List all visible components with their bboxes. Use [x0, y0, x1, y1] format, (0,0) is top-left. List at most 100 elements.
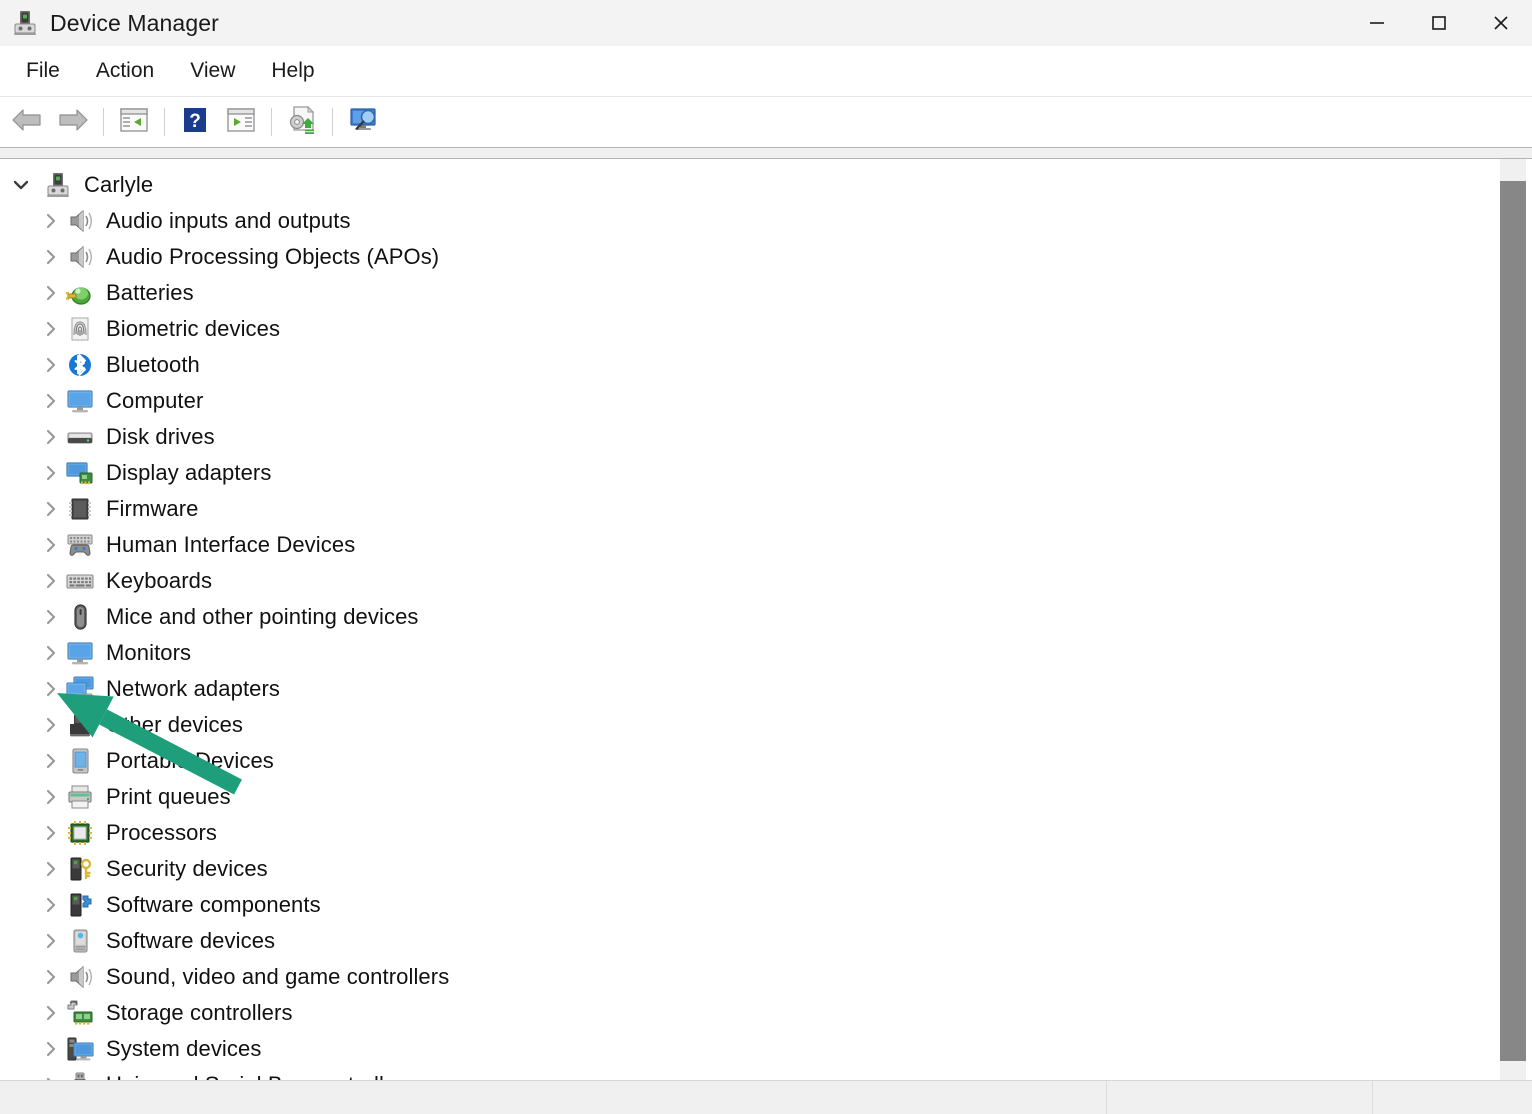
tree-item-other-devices[interactable]: Other devices	[0, 707, 1494, 743]
show-hide-console-tree-icon	[119, 107, 149, 138]
display-adapter-icon	[64, 457, 96, 489]
vertical-scrollbar[interactable]	[1494, 159, 1532, 1080]
toolbar-separator	[271, 108, 272, 136]
scan-for-hardware-changes-button[interactable]	[340, 101, 386, 143]
chevron-right-icon[interactable]	[38, 535, 64, 555]
chevron-right-icon[interactable]	[38, 319, 64, 339]
tree-item-biometric-devices[interactable]: Biometric devices	[0, 311, 1494, 347]
menu-file[interactable]: File	[10, 55, 76, 87]
tree-item-audio-processing-objects-apos[interactable]: Audio Processing Objects (APOs)	[0, 239, 1494, 275]
chevron-right-icon[interactable]	[38, 247, 64, 267]
menu-view[interactable]: View	[174, 55, 251, 87]
tree-item-batteries[interactable]: Batteries	[0, 275, 1494, 311]
tree-item-firmware[interactable]: Firmware	[0, 491, 1494, 527]
tree-item-disk-drives[interactable]: Disk drives	[0, 419, 1494, 455]
bluetooth-icon	[64, 349, 96, 381]
chevron-right-icon[interactable]	[38, 643, 64, 663]
show-hide-console-tree-button[interactable]	[111, 101, 157, 143]
chevron-right-icon[interactable]	[38, 211, 64, 231]
help-button[interactable]: ?	[172, 101, 218, 143]
printer-icon	[64, 781, 96, 813]
svg-text:?: ?	[189, 111, 201, 132]
device-tree[interactable]: Carlyle Audio inputs and outputs Audio Pr…	[0, 159, 1494, 1080]
back-button[interactable]	[4, 101, 50, 143]
tree-item-computer[interactable]: Computer	[0, 383, 1494, 419]
chevron-right-icon[interactable]	[38, 931, 64, 951]
update-driver-button[interactable]	[279, 101, 325, 143]
chevron-right-icon[interactable]	[38, 463, 64, 483]
chevron-right-icon[interactable]	[38, 1039, 64, 1059]
show-hide-action-pane-button[interactable]	[218, 101, 264, 143]
chevron-down-icon[interactable]	[0, 174, 42, 196]
tree-item-network-adapters[interactable]: Network adapters	[0, 671, 1494, 707]
chevron-right-icon[interactable]	[38, 751, 64, 771]
tree-item-label: Keyboards	[106, 568, 213, 593]
minimize-button[interactable]	[1346, 0, 1408, 46]
maximize-button[interactable]	[1408, 0, 1470, 46]
menu-action[interactable]: Action	[80, 55, 170, 87]
tree-item-universal-serial-bus-controllers[interactable]: Universal Serial Bus controllers	[0, 1067, 1494, 1080]
chevron-right-icon[interactable]	[38, 607, 64, 627]
status-segment-2	[1106, 1081, 1372, 1114]
tree-item-label: Display adapters	[106, 460, 272, 485]
tree-item-bluetooth[interactable]: Bluetooth	[0, 347, 1494, 383]
tree-item-print-queues[interactable]: Print queues	[0, 779, 1494, 815]
tree-item-system-devices[interactable]: System devices	[0, 1031, 1494, 1067]
chevron-right-icon[interactable]	[38, 859, 64, 879]
toolbar-separator	[103, 108, 104, 136]
scrollbar-thumb[interactable]	[1500, 181, 1526, 1061]
window-title: Device Manager	[50, 9, 219, 36]
chevron-right-icon[interactable]	[38, 571, 64, 591]
tree-item-human-interface-devices[interactable]: Human Interface Devices	[0, 527, 1494, 563]
tree-item-keyboards[interactable]: Keyboards	[0, 563, 1494, 599]
chevron-right-icon[interactable]	[38, 391, 64, 411]
chevron-right-icon[interactable]	[38, 355, 64, 375]
keyboard-icon	[64, 565, 96, 597]
tree-item-portable-devices[interactable]: Portable Devices	[0, 743, 1494, 779]
other-device-icon	[64, 709, 96, 741]
menu-help[interactable]: Help	[255, 55, 330, 87]
chevron-right-icon[interactable]	[38, 823, 64, 843]
title-bar: Device Manager	[0, 0, 1532, 46]
chevron-right-icon[interactable]	[38, 679, 64, 699]
chevron-right-icon[interactable]	[38, 895, 64, 915]
tree-item-label: Computer	[106, 388, 204, 413]
software-component-icon	[64, 889, 96, 921]
forward-button[interactable]	[50, 101, 96, 143]
system-device-icon	[64, 1033, 96, 1065]
toolbar: ?	[0, 97, 1532, 147]
chevron-right-icon[interactable]	[38, 787, 64, 807]
chevron-right-icon[interactable]	[38, 715, 64, 735]
tree-item-label: Disk drives	[106, 424, 215, 449]
tree-item-processors[interactable]: Processors	[0, 815, 1494, 851]
tree-item-label: Universal Serial Bus controllers	[106, 1072, 415, 1080]
tree-item-display-adapters[interactable]: Display adapters	[0, 455, 1494, 491]
tree-item-security-devices[interactable]: Security devices	[0, 851, 1494, 887]
chevron-right-icon[interactable]	[38, 499, 64, 519]
device-manager-icon	[10, 8, 40, 38]
chevron-right-icon[interactable]	[38, 1003, 64, 1023]
tree-item-label: Audio Processing Objects (APOs)	[106, 244, 440, 269]
tree-item-software-devices[interactable]: Software devices	[0, 923, 1494, 959]
tree-item-mice-and-other-pointing-devices[interactable]: Mice and other pointing devices	[0, 599, 1494, 635]
tree-item-label: Firmware	[106, 496, 199, 521]
chevron-right-icon[interactable]	[38, 283, 64, 303]
close-button[interactable]	[1470, 0, 1532, 46]
storage-controller-icon	[64, 997, 96, 1029]
chip-icon	[64, 493, 96, 525]
tree-item-sound-video-and-game-controllers[interactable]: Sound, video and game controllers	[0, 959, 1494, 995]
tree-children: Audio inputs and outputs Audio Processing…	[0, 203, 1494, 1080]
device-manager-window: Device Manager File Action View Help ? C…	[0, 0, 1532, 1114]
tree-item-storage-controllers[interactable]: Storage controllers	[0, 995, 1494, 1031]
speaker-icon	[64, 205, 96, 237]
chevron-right-icon[interactable]	[38, 427, 64, 447]
tree-item-label: Monitors	[106, 640, 192, 665]
tree-item-audio-inputs-and-outputs[interactable]: Audio inputs and outputs	[0, 203, 1494, 239]
chevron-right-icon[interactable]	[38, 967, 64, 987]
scan-for-hardware-changes-icon	[347, 106, 379, 139]
tree-item-label: Mice and other pointing devices	[106, 604, 419, 629]
tree-item-software-components[interactable]: Software components	[0, 887, 1494, 923]
tree-root-carlyle[interactable]: Carlyle	[0, 167, 1494, 203]
tree-item-monitors[interactable]: Monitors	[0, 635, 1494, 671]
speaker-icon	[64, 241, 96, 273]
